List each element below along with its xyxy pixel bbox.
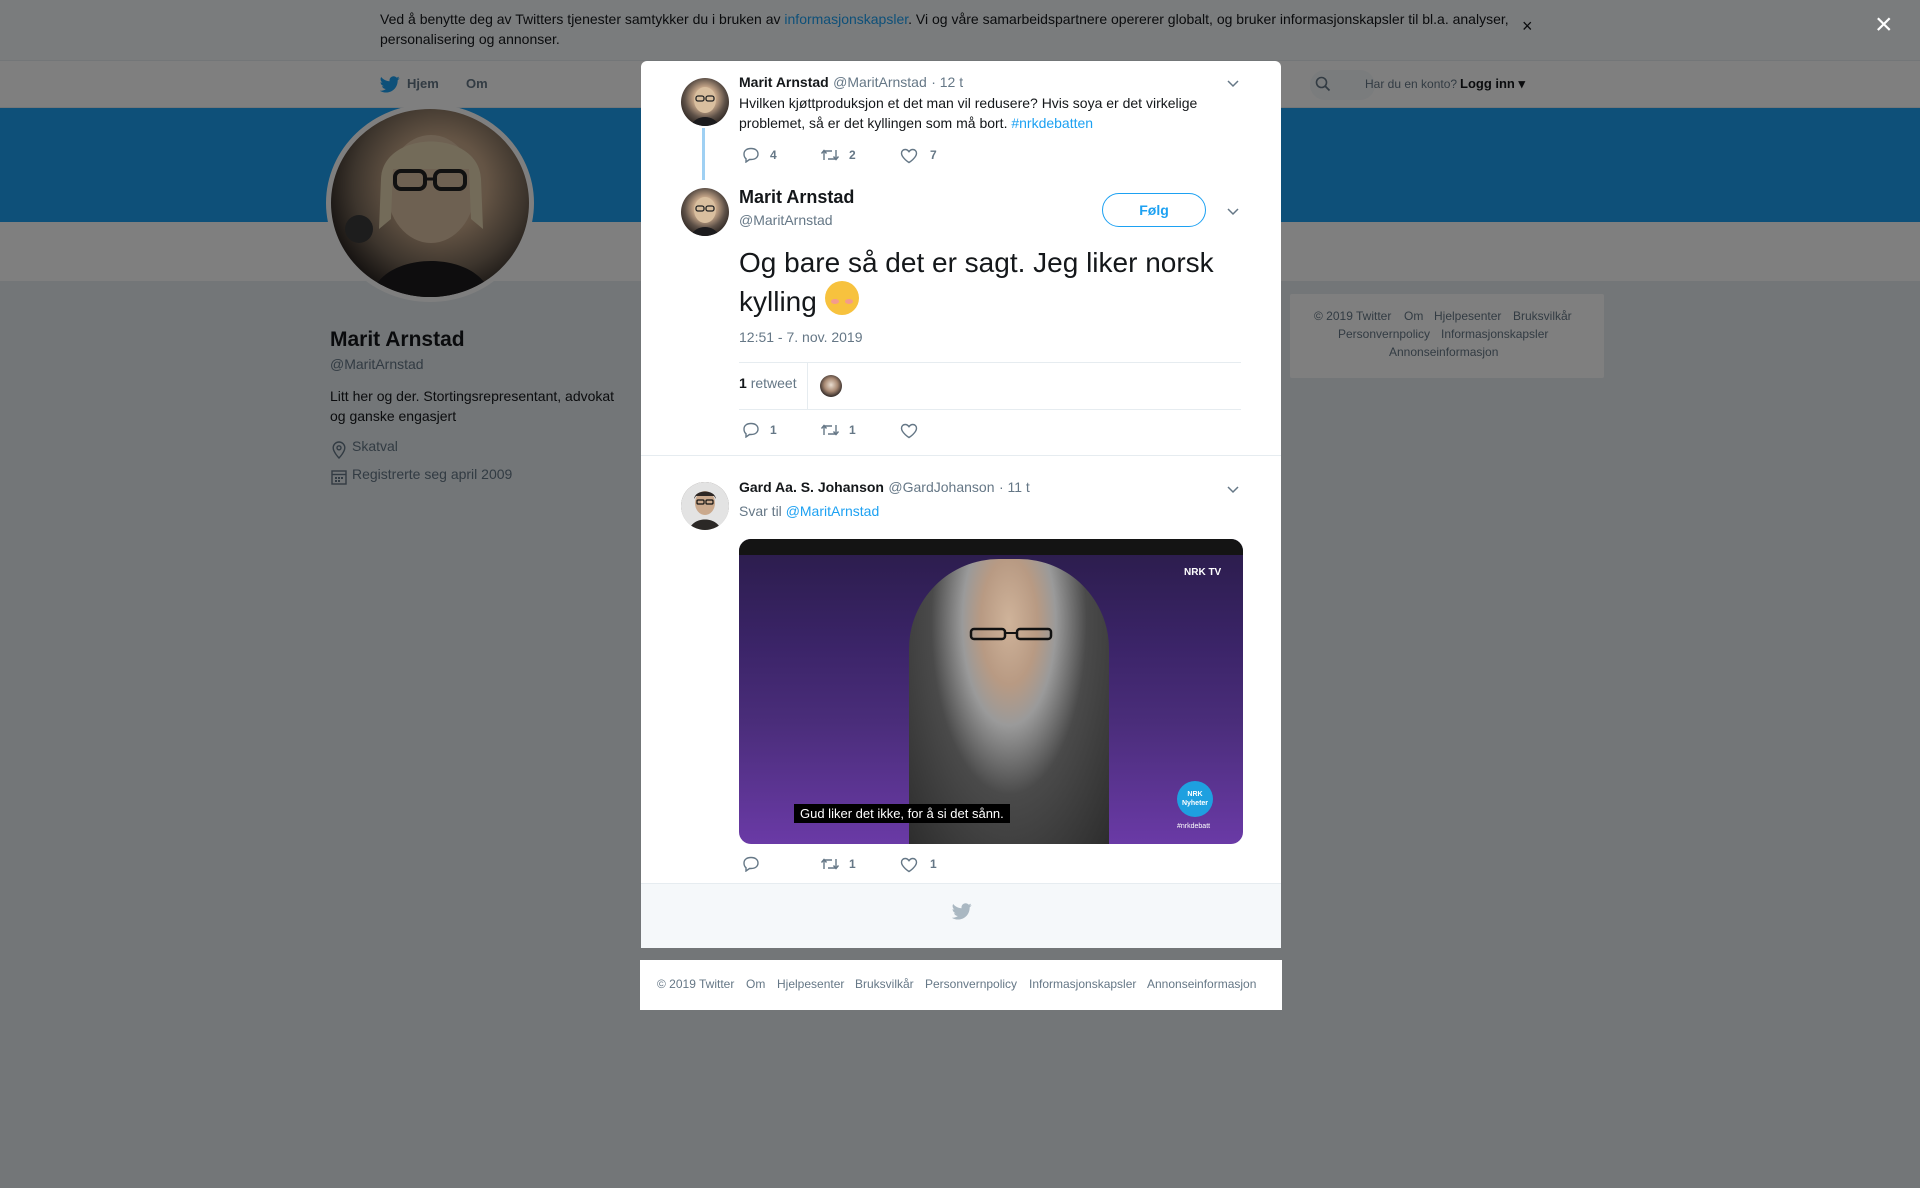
video-media[interactable]: NRK TV Gud liker det ikke, for å si det … [739,539,1243,844]
tweet-author-name[interactable]: Marit Arnstad [739,74,829,90]
avatar[interactable] [681,78,729,126]
avatar[interactable] [681,482,729,530]
footer-cookies-link[interactable]: Informasjonskapsler [1029,977,1136,991]
hashtag-link[interactable]: #nrkdebatten [1011,115,1093,131]
retweet-count: 2 [849,148,856,162]
follow-button[interactable]: Følg [1102,193,1206,227]
glasses [967,627,1057,641]
reply-count: 4 [770,148,777,162]
footer-ads-link[interactable]: Annonseinformasjon [1147,977,1256,991]
tweet-author-name[interactable]: Gard Aa. S. Johanson [739,479,884,495]
chevron-down-icon[interactable] [1226,481,1240,497]
heart-icon[interactable] [900,857,918,878]
video-person [909,559,1109,844]
like-count: 1 [930,857,937,871]
nrk-hashtag: #nrkdebatt [1177,823,1211,830]
tweet-time[interactable]: · 12 t [931,74,963,90]
like-count: 7 [930,148,937,162]
reply-tweet-header: Gard Aa. S. Johanson @GardJohanson · 11 … [739,479,1030,497]
parent-tweet-text: Hvilken kjøttproduksjon et det man vil r… [739,95,1198,131]
nrk-nyheter-badge: NRK Nyheter [1177,781,1213,817]
thread-connector [702,128,705,180]
main-tweet-timestamp[interactable]: 12:51 - 7. nov. 2019 [739,329,863,345]
tweet-author-handle[interactable]: @GardJohanson [888,479,994,495]
retweet-count: 1 [849,423,856,437]
twitter-bird-icon [951,903,972,925]
retweet-count: 1 [849,857,856,871]
chevron-down-icon[interactable] [1226,75,1240,91]
reply-icon[interactable] [742,422,760,443]
mention-link[interactable]: @MaritArnstad [786,503,880,519]
avatar[interactable] [681,188,729,236]
retweet-icon[interactable] [820,422,840,443]
smiling-face-icon [824,281,859,315]
reply-count: 1 [770,423,777,437]
main-tweet-author-handle[interactable]: @MaritArnstad [739,212,833,228]
footer-help-link[interactable]: Hjelpesenter [777,977,844,991]
footer-terms-link[interactable]: Bruksvilkår [855,977,914,991]
tweet-author-handle[interactable]: @MaritArnstad [833,74,927,90]
main-tweet-author-name[interactable]: Marit Arnstad [739,187,854,208]
retweet-icon[interactable] [820,856,840,877]
close-modal-button[interactable]: × [1875,10,1893,40]
footer-privacy-link[interactable]: Personvernpolicy [925,977,1017,991]
main-tweet-text: Og bare så det er sagt. Jeg liker norsk … [739,247,1214,317]
retweet-icon[interactable] [820,147,840,168]
reply-to-line: Svar til @MaritArnstad [739,503,880,519]
nrk-tv-logo: NRK TV [1184,567,1222,578]
video-caption: Gud liker det ikke, for å si det sånn. [794,804,1010,823]
heart-icon[interactable] [900,423,918,444]
footer-about-link[interactable]: Om [746,977,765,991]
parent-tweet-header: Marit Arnstad @MaritArnstad · 12 t [739,74,963,92]
retweeter-avatar[interactable] [820,375,842,397]
reply-icon[interactable] [742,147,760,168]
media-top-bar [739,539,1243,555]
chevron-down-icon[interactable] [1226,203,1240,219]
retweet-stat[interactable]: 1 retweet [739,375,797,391]
stats-divider [807,362,808,410]
divider [641,455,1281,456]
footer-copyright: © 2019 Twitter [657,977,735,991]
reply-icon[interactable] [742,856,760,877]
tweet-time[interactable]: · 11 t [999,479,1030,495]
tweet-stats [739,362,1241,410]
heart-icon[interactable] [900,148,918,169]
